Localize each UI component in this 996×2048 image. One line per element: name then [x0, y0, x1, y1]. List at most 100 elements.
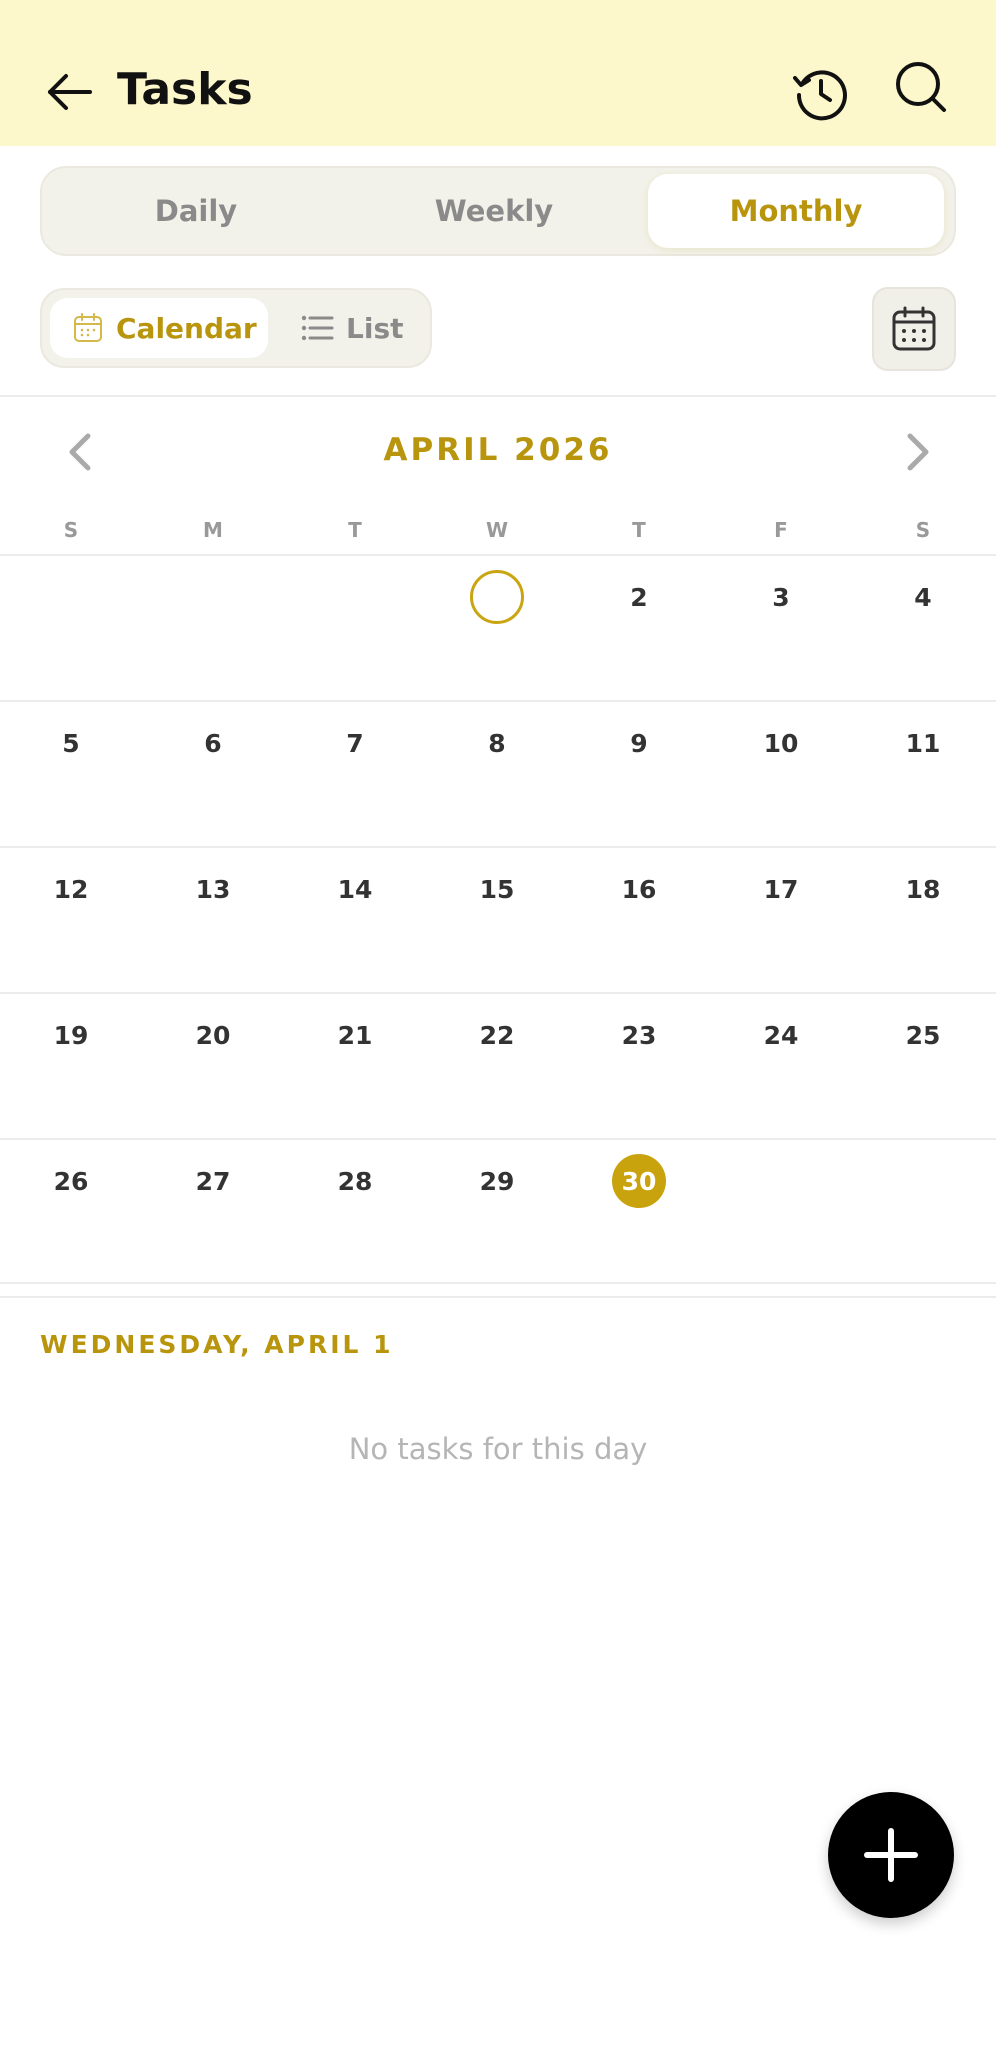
day-number: 5 — [62, 728, 80, 758]
day-number: 12 — [53, 874, 89, 904]
app-header: Tasks — [0, 0, 996, 146]
weekday-label: M — [203, 518, 223, 542]
day-cell[interactable]: 26 — [0, 1140, 142, 1286]
calendar-week-row: 5 6 7 8 9 10 11 — [0, 700, 996, 846]
day-number: 17 — [763, 874, 799, 904]
calendar-week-row: 12 13 14 15 16 17 18 — [0, 846, 996, 992]
empty-day-cell — [284, 556, 426, 702]
weekday-label: S — [63, 518, 79, 542]
day-number: 3 — [772, 582, 790, 612]
day-number: 26 — [53, 1166, 89, 1196]
day-cell[interactable]: 10 — [710, 702, 852, 848]
day-cell[interactable]: 12 — [0, 848, 142, 994]
day-cell[interactable]: 15 — [426, 848, 568, 994]
day-number: 7 — [346, 728, 364, 758]
weekday-label: S — [915, 518, 931, 542]
chevron-right-icon — [907, 433, 929, 471]
day-cell-today[interactable]: 30 — [568, 1140, 710, 1286]
day-cell[interactable]: 4 — [852, 556, 994, 702]
day-cell[interactable]: 28 — [284, 1140, 426, 1286]
empty-day-cell — [142, 556, 284, 702]
day-number: 25 — [905, 1020, 941, 1050]
day-cell[interactable]: 23 — [568, 994, 710, 1140]
day-cell[interactable]: 5 — [0, 702, 142, 848]
day-number: 10 — [763, 728, 799, 758]
weekday-label: F — [774, 518, 788, 542]
empty-day-cell — [852, 1140, 994, 1286]
day-cell[interactable]: 9 — [568, 702, 710, 848]
weekday-label: T — [348, 518, 362, 542]
day-cell[interactable]: 7 — [284, 702, 426, 848]
day-cell[interactable]: 25 — [852, 994, 994, 1140]
day-number: 27 — [195, 1166, 231, 1196]
day-cell[interactable]: 17 — [710, 848, 852, 994]
tab-weekly[interactable]: Weekly — [346, 174, 642, 248]
month-title: APRIL 2026 — [383, 432, 613, 468]
day-number: 20 — [195, 1020, 231, 1050]
calendar-view-button[interactable]: Calendar — [50, 298, 268, 358]
history-clock-icon — [793, 70, 847, 121]
day-cell[interactable]: 16 — [568, 848, 710, 994]
section-divider — [0, 1296, 996, 1298]
period-segmented-control: Daily Weekly Monthly — [40, 166, 956, 256]
calendar-view-label: Calendar — [116, 311, 257, 345]
view-toggle: Calendar List — [40, 288, 432, 368]
day-cell[interactable]: 20 — [142, 994, 284, 1140]
day-number: 2 — [630, 582, 648, 612]
list-view-label: List — [346, 311, 404, 345]
empty-day-cell — [0, 556, 142, 702]
weekday-header: S M T W T F S — [0, 518, 996, 548]
section-divider — [0, 395, 996, 397]
day-cell[interactable]: 6 — [142, 702, 284, 848]
today-marker: 30 — [612, 1154, 666, 1208]
day-cell[interactable]: 11 — [852, 702, 994, 848]
day-number: 4 — [914, 582, 932, 612]
tab-monthly[interactable]: Monthly — [648, 174, 944, 248]
day-number: 8 — [488, 728, 506, 758]
day-number: 16 — [621, 874, 657, 904]
date-picker-button[interactable] — [872, 287, 956, 371]
calendar-week-row: 2 3 4 — [0, 554, 996, 700]
tab-daily[interactable]: Daily — [48, 174, 344, 248]
day-cell[interactable]: 27 — [142, 1140, 284, 1286]
day-number: 23 — [621, 1020, 657, 1050]
day-cell[interactable]: 13 — [142, 848, 284, 994]
calendar-icon — [74, 313, 102, 342]
search-icon — [896, 62, 946, 112]
list-view-button[interactable]: List — [294, 298, 414, 358]
day-number: 15 — [479, 874, 515, 904]
weekday-label: T — [632, 518, 646, 542]
day-cell[interactable]: 2 — [568, 556, 710, 702]
day-number: 28 — [337, 1166, 373, 1196]
day-cell[interactable]: 8 — [426, 702, 568, 848]
empty-state-message: No tasks for this day — [348, 1432, 648, 1466]
day-cell[interactable]: 29 — [426, 1140, 568, 1286]
day-cell[interactable]: 18 — [852, 848, 994, 994]
day-number: 24 — [763, 1020, 799, 1050]
day-cell-selected[interactable] — [426, 556, 568, 702]
page-title: Tasks — [117, 64, 253, 115]
selected-date-heading: WEDNESDAY, APRIL 1 — [40, 1330, 394, 1359]
history-button[interactable] — [790, 62, 852, 124]
back-button[interactable] — [44, 66, 96, 118]
day-number: 6 — [204, 728, 222, 758]
day-number: 19 — [53, 1020, 89, 1050]
day-cell[interactable]: 21 — [284, 994, 426, 1140]
day-cell[interactable]: 24 — [710, 994, 852, 1140]
add-task-button[interactable] — [828, 1792, 954, 1918]
plus-icon — [864, 1828, 918, 1882]
search-button[interactable] — [892, 58, 950, 116]
next-month-button[interactable] — [898, 428, 938, 476]
day-cell[interactable]: 3 — [710, 556, 852, 702]
arrow-left-icon — [48, 74, 92, 110]
day-number: 18 — [905, 874, 941, 904]
empty-day-cell — [710, 1140, 852, 1286]
day-number: 21 — [337, 1020, 373, 1050]
day-number: 22 — [479, 1020, 515, 1050]
calendar-week-row: 19 20 21 22 23 24 25 — [0, 992, 996, 1138]
day-cell[interactable]: 22 — [426, 994, 568, 1140]
calendar-grid-icon — [892, 306, 936, 351]
day-cell[interactable]: 14 — [284, 848, 426, 994]
weekday-label: W — [485, 518, 509, 542]
day-cell[interactable]: 19 — [0, 994, 142, 1140]
